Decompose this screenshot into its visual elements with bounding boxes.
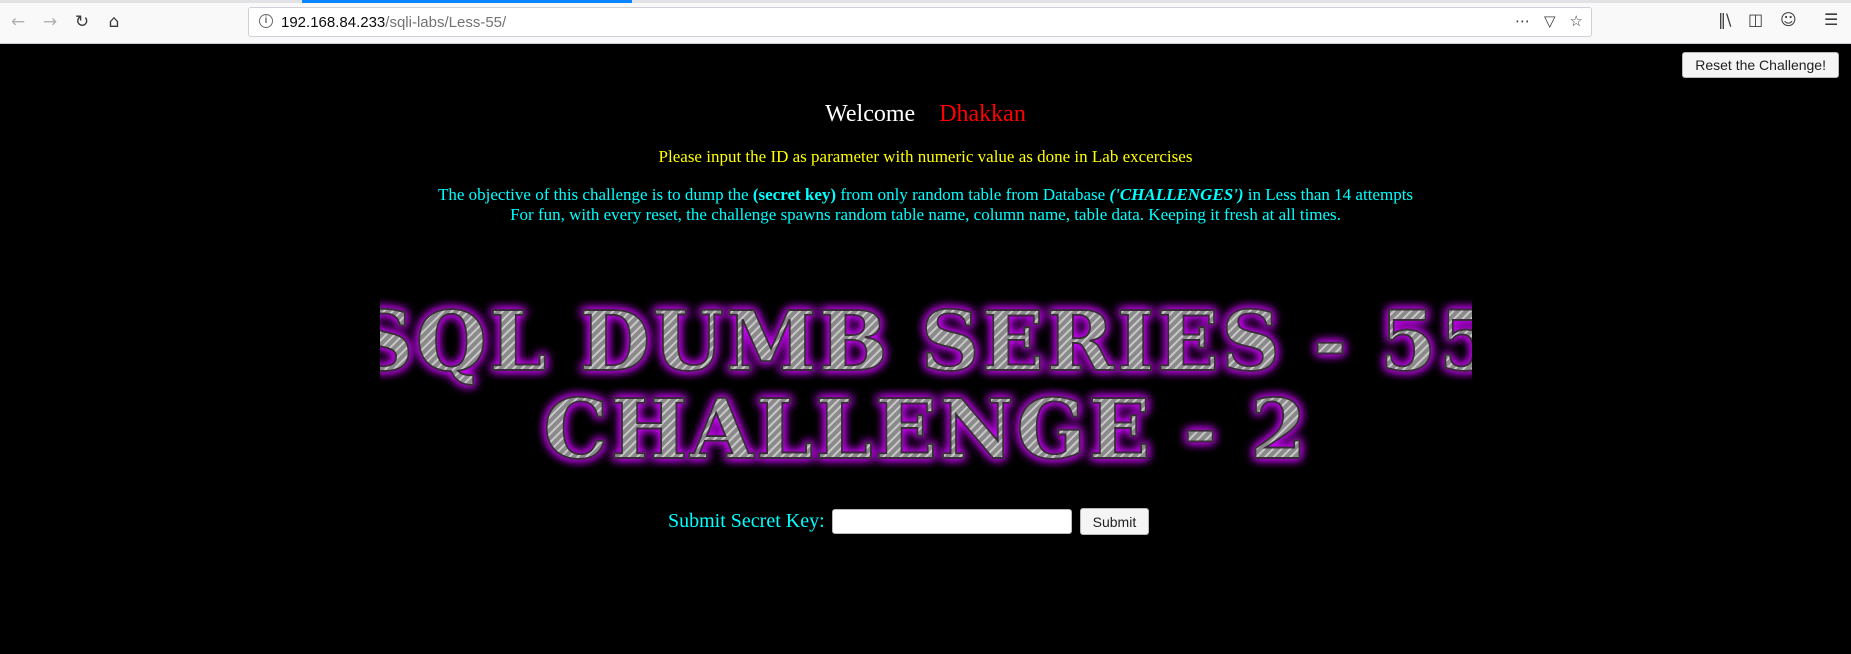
objective-line-1: The objective of this challenge is to du…: [0, 185, 1851, 205]
welcome-line: Welcome Dhakkan: [0, 101, 1851, 128]
reload-icon[interactable]: ↻: [70, 10, 94, 34]
address-bar[interactable]: i 192.168.84.233/sqli-labs/Less-55/ ⋯ ▽ …: [248, 7, 1592, 37]
home-icon[interactable]: ⌂: [102, 10, 126, 34]
hamburger-menu-icon[interactable]: ☰: [1824, 10, 1838, 29]
objective-part1: The objective of this challenge is to du…: [437, 185, 753, 204]
back-arrow-icon[interactable]: ←: [6, 10, 30, 34]
more-icon[interactable]: ⋯: [1515, 12, 1530, 30]
objective-part3: in Less than 14 attempts: [1243, 185, 1414, 204]
instruction-text: Please input the ID as parameter with nu…: [658, 147, 1193, 166]
objective-part2: from only random table from Database: [836, 185, 1110, 204]
page-content: Reset the Challenge! Welcome Dhakkan Plea…: [0, 45, 1851, 654]
submit-form: Submit Secret Key: Submit: [668, 508, 1150, 535]
library-icon[interactable]: ‖\: [1718, 10, 1731, 29]
banner-line-1: SQL DUMB SERIES - 55: [380, 294, 1472, 390]
welcome-label: Welcome: [825, 101, 916, 127]
browser-toolbar: ← → ↻ ⌂ i 192.168.84.233/sqli-labs/Less-…: [0, 0, 1851, 44]
active-tab-indicator: [302, 0, 632, 3]
star-icon[interactable]: ☆: [1570, 12, 1583, 30]
secret-key-label: Submit Secret Key:: [668, 510, 825, 532]
submit-button[interactable]: Submit: [1079, 508, 1150, 535]
welcome-name: Dhakkan: [939, 101, 1026, 127]
objective-secret-key: (secret key): [752, 185, 837, 204]
url-host: 192.168.84.233: [281, 14, 386, 31]
pocket-icon[interactable]: ▽: [1544, 12, 1556, 30]
objective-db-name: ('CHALLENGES'): [1109, 185, 1244, 204]
account-icon[interactable]: ☺: [1780, 10, 1797, 29]
reset-challenge-button[interactable]: Reset the Challenge!: [1682, 52, 1839, 78]
info-icon[interactable]: i: [259, 14, 273, 28]
url-text[interactable]: 192.168.84.233/sqli-labs/Less-55/: [281, 14, 506, 31]
forward-arrow-icon[interactable]: →: [38, 10, 62, 34]
banner-line-2: CHALLENGE - 2: [543, 382, 1309, 478]
objective-text: The objective of this challenge is to du…: [0, 185, 1851, 225]
sidebar-icon[interactable]: ◫: [1748, 10, 1763, 29]
objective-line-2: For fun, with every reset, the challenge…: [510, 205, 1341, 224]
banner-image: SQL DUMB SERIES - 55 CHALLENGE - 2: [380, 280, 1472, 498]
secret-key-input[interactable]: [831, 509, 1072, 534]
tab-strip: [0, 0, 1851, 3]
url-path: /sqli-labs/Less-55/: [385, 14, 507, 31]
